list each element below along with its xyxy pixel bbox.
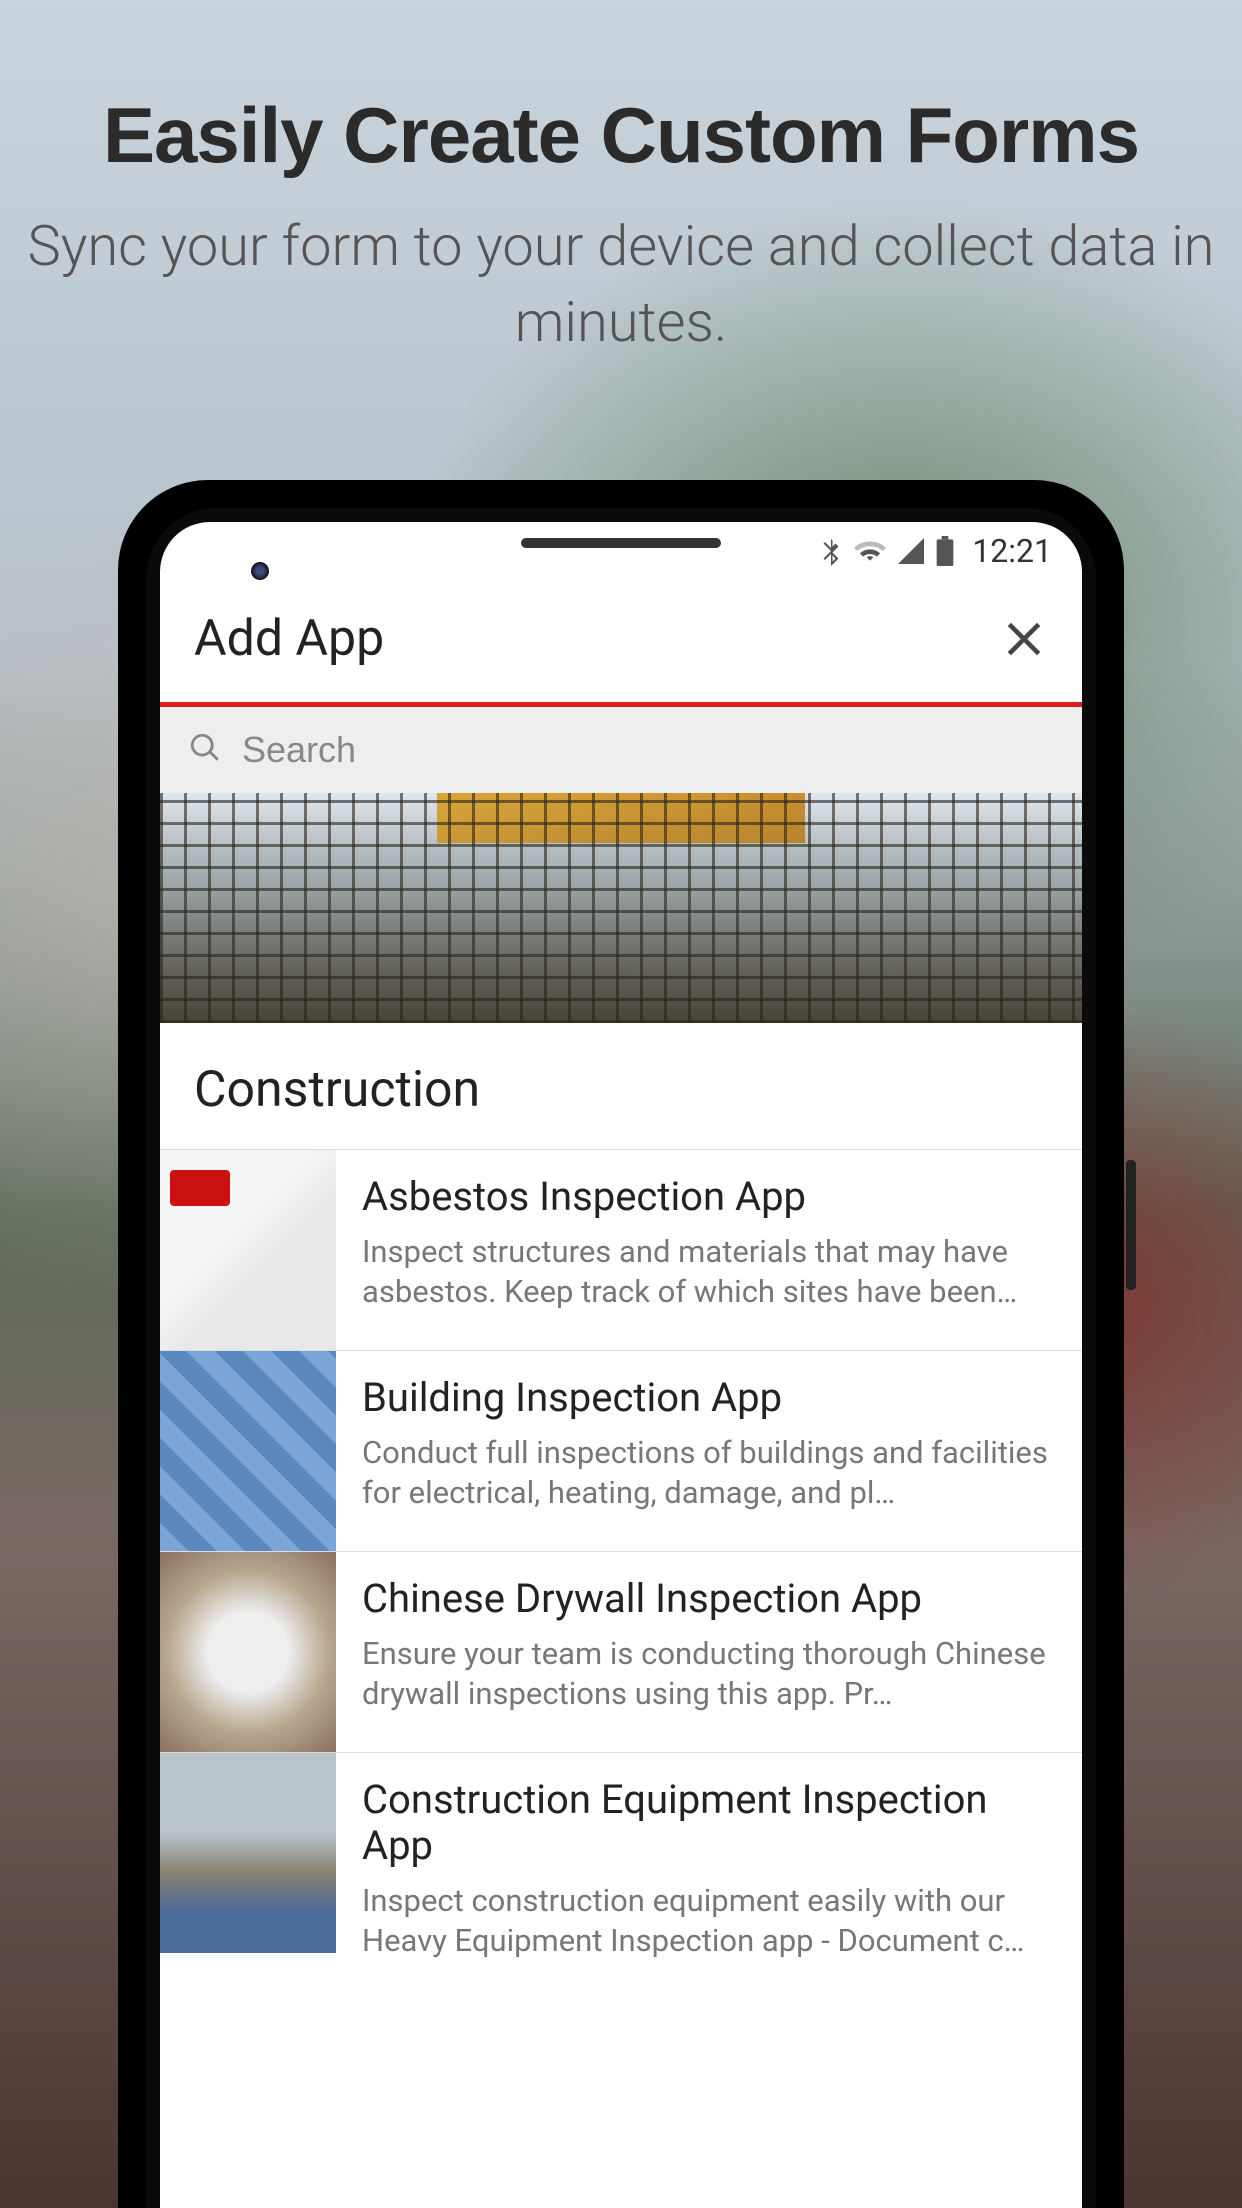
list-item-description: Inspect construction equipment easily wi… <box>362 1881 1054 1962</box>
search-bar[interactable] <box>160 707 1082 793</box>
status-bar: 12:21 <box>160 522 1082 580</box>
category-hero-image <box>160 793 1082 1023</box>
list-item-body: Building Inspection App Conduct full insp… <box>362 1351 1082 1551</box>
bluetooth-icon <box>820 536 842 566</box>
list-item[interactable]: Asbestos Inspection App Inspect structure… <box>160 1149 1082 1350</box>
list-item[interactable]: Construction Equipment Inspection App Ins… <box>160 1752 1082 1986</box>
marketing-subhead: Sync your form to your device and collec… <box>0 209 1242 360</box>
phone-speaker <box>521 538 721 548</box>
app-list[interactable]: Asbestos Inspection App Inspect structure… <box>160 1149 1082 2208</box>
list-item-description: Conduct full inspections of buildings an… <box>362 1433 1054 1514</box>
section-title: Construction <box>160 1023 1082 1149</box>
search-input[interactable] <box>242 729 1054 771</box>
list-item-title: Asbestos Inspection App <box>362 1174 1054 1220</box>
phone-camera <box>251 562 269 580</box>
list-item-description: Ensure your team is conducting thorough … <box>362 1634 1054 1715</box>
search-icon <box>188 731 222 769</box>
phone-frame: 12:21 Add App Construction Asbesto <box>118 480 1124 2208</box>
list-item-thumbnail <box>160 1552 336 1752</box>
list-item[interactable]: Building Inspection App Conduct full insp… <box>160 1350 1082 1551</box>
promo-background: Easily Create Custom Forms Sync your for… <box>0 0 1242 2208</box>
list-item-description: Inspect structures and materials that ma… <box>362 1232 1054 1313</box>
app-screen: 12:21 Add App Construction Asbesto <box>160 522 1082 2208</box>
wifi-icon <box>854 538 886 564</box>
close-button[interactable] <box>1000 615 1048 663</box>
app-header: Add App <box>160 580 1082 707</box>
marketing-copy: Easily Create Custom Forms Sync your for… <box>0 90 1242 360</box>
marketing-headline: Easily Create Custom Forms <box>0 90 1242 181</box>
list-item[interactable]: Chinese Drywall Inspection App Ensure you… <box>160 1551 1082 1752</box>
phone-power-button <box>1126 1160 1136 1290</box>
list-item-body: Chinese Drywall Inspection App Ensure you… <box>362 1552 1082 1752</box>
battery-icon <box>936 536 954 566</box>
list-item-thumbnail <box>160 1351 336 1551</box>
list-item-title: Construction Equipment Inspection App <box>362 1777 1054 1869</box>
close-icon <box>1002 617 1046 661</box>
signal-icon <box>898 538 924 564</box>
status-time: 12:21 <box>972 532 1052 570</box>
list-item-title: Chinese Drywall Inspection App <box>362 1576 1054 1622</box>
page-title: Add App <box>194 610 384 668</box>
list-item-thumbnail <box>160 1753 336 1953</box>
list-item-thumbnail <box>160 1150 336 1350</box>
list-item-title: Building Inspection App <box>362 1375 1054 1421</box>
list-item-body: Construction Equipment Inspection App Ins… <box>362 1753 1082 1986</box>
list-item-body: Asbestos Inspection App Inspect structure… <box>362 1150 1082 1350</box>
